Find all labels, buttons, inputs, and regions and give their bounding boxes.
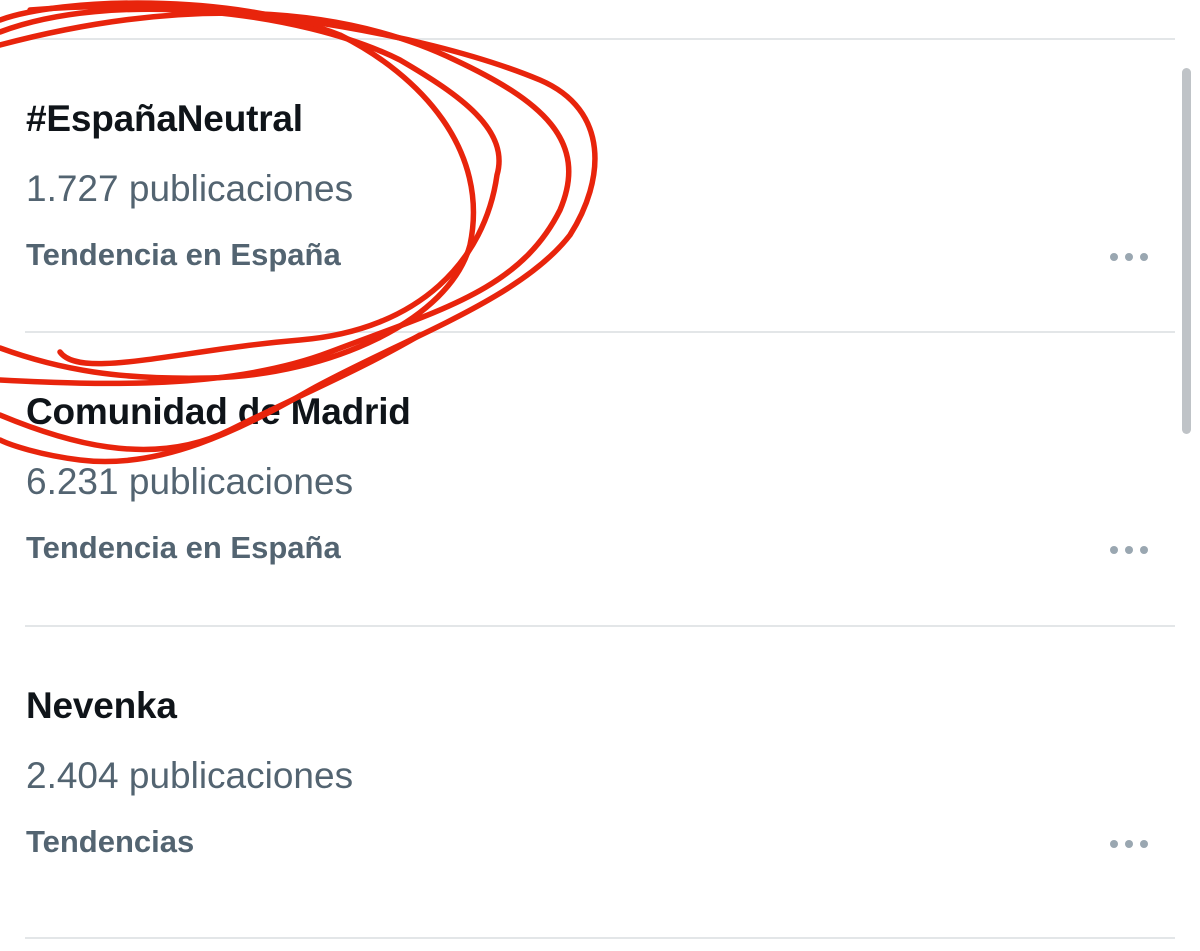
trend-title: #EspañaNeutral (26, 98, 303, 139)
scrollbar[interactable] (1182, 68, 1191, 434)
trend-item[interactable]: #EspañaNeutral 1.727 publicaciones Tende… (0, 40, 1175, 330)
divider (25, 937, 1175, 939)
trend-post-count: 2.404 publicaciones (26, 755, 354, 796)
trend-context: Tendencia en España (26, 530, 341, 565)
more-horizontal-icon[interactable] (1108, 835, 1152, 853)
trend-post-count: 1.727 publicaciones (26, 168, 354, 209)
trend-context: Tendencias (26, 824, 195, 859)
trend-title: Nevenka (26, 685, 177, 726)
trend-item[interactable]: Nevenka 2.404 publicaciones Tendencias (0, 627, 1175, 917)
trend-title: Comunidad de Madrid (26, 391, 411, 432)
trend-post-count: 6.231 publicaciones (26, 461, 354, 502)
more-horizontal-icon[interactable] (1108, 248, 1152, 266)
trend-item[interactable]: Comunidad de Madrid 6.231 publicaciones … (0, 333, 1175, 623)
trend-context: Tendencia en España (26, 237, 341, 272)
more-horizontal-icon[interactable] (1108, 541, 1152, 559)
